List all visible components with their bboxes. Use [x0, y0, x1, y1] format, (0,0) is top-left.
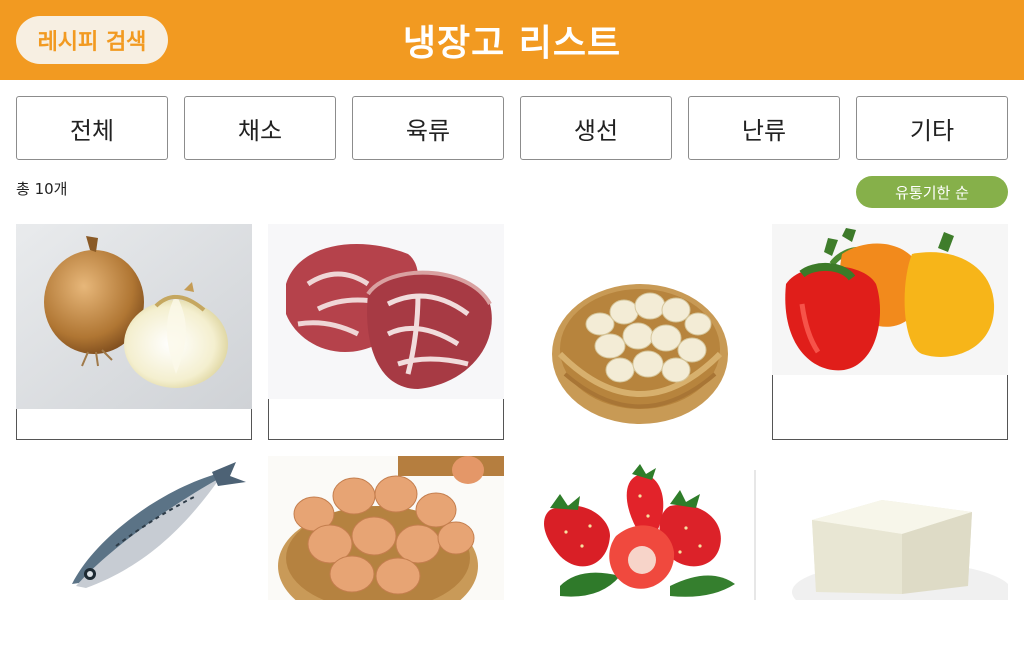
- onion-image: [16, 224, 252, 409]
- food-card[interactable]: [520, 456, 756, 672]
- sort-expiry-button[interactable]: 유통기한 순: [856, 176, 1008, 208]
- tab-vegetables[interactable]: 채소: [184, 96, 336, 160]
- tab-eggs[interactable]: 난류: [688, 96, 840, 160]
- food-card[interactable]: [16, 224, 252, 440]
- paprika-image: [772, 224, 1008, 375]
- mackerel-image: [16, 456, 252, 600]
- item-count: 총 10개: [16, 180, 68, 198]
- tab-fish[interactable]: 생선: [520, 96, 672, 160]
- tab-etc[interactable]: 기타: [856, 96, 1008, 160]
- eggs-image: [268, 456, 504, 600]
- food-card[interactable]: [772, 456, 1008, 672]
- page-title: 냉장고 리스트: [402, 23, 622, 64]
- food-card[interactable]: [520, 224, 756, 440]
- food-card[interactable]: [16, 456, 252, 672]
- meat-image: [268, 224, 504, 399]
- food-card[interactable]: [772, 224, 1008, 440]
- tab-all[interactable]: 전체: [16, 96, 168, 160]
- app-header: 레시피 검색 냉장고 리스트: [0, 0, 1024, 80]
- tab-meat[interactable]: 육류: [352, 96, 504, 160]
- garlic-image: [520, 224, 756, 440]
- tofu-image: [772, 456, 1008, 600]
- strawberry-image: [520, 456, 756, 600]
- food-card[interactable]: [268, 456, 504, 672]
- food-card[interactable]: [268, 224, 504, 440]
- category-tabs: 전체 채소 육류 생선 난류 기타: [16, 96, 1008, 160]
